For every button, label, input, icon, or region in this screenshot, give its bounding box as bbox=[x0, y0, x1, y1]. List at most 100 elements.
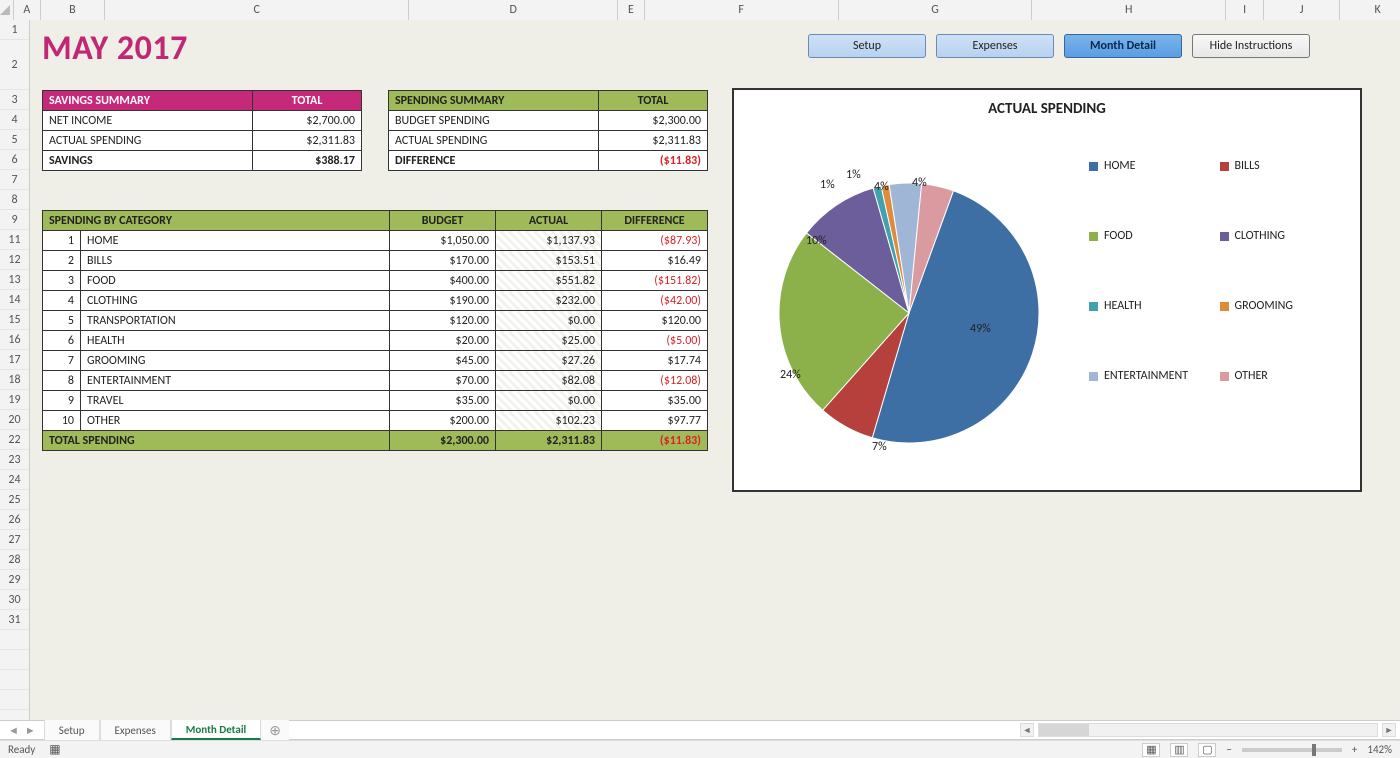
col-difference: DIFFERENCE bbox=[602, 211, 708, 231]
category-table: SPENDING BY CATEGORY BUDGET ACTUAL DIFFE… bbox=[42, 210, 708, 451]
record-macro-icon[interactable]: ▦ bbox=[49, 742, 60, 757]
total-label: TOTAL SPENDING bbox=[43, 431, 390, 451]
zoom-in-button[interactable]: + bbox=[1352, 743, 1357, 756]
table-row-value: $2,311.83 bbox=[599, 131, 708, 151]
month-detail-button[interactable]: Month Detail bbox=[1064, 34, 1182, 58]
column-header[interactable]: I bbox=[1226, 0, 1264, 20]
row-header[interactable]: 28 bbox=[0, 550, 29, 570]
scroll-left-icon[interactable]: ◄ bbox=[1020, 723, 1034, 737]
spending-summary-header: SPENDING SUMMARY bbox=[389, 91, 599, 111]
difference-cell: ($42.00) bbox=[602, 291, 708, 311]
scroll-track[interactable] bbox=[1038, 723, 1378, 737]
row-header[interactable]: 3 bbox=[0, 90, 29, 110]
row-header[interactable]: 31 bbox=[0, 610, 29, 630]
page-break-view-icon[interactable]: ▢ bbox=[1198, 743, 1216, 757]
sheet-tab[interactable]: Expenses bbox=[100, 720, 171, 740]
column-header[interactable]: F bbox=[645, 0, 839, 20]
row-header[interactable]: 6 bbox=[0, 150, 29, 170]
row-header[interactable]: 12 bbox=[0, 250, 29, 270]
sheet-tab[interactable]: Setup bbox=[44, 720, 100, 740]
legend-label: HOME bbox=[1104, 159, 1136, 173]
row-header[interactable]: 17 bbox=[0, 350, 29, 370]
setup-button[interactable]: Setup bbox=[808, 34, 926, 58]
spending-summary-total-label: TOTAL bbox=[599, 91, 708, 111]
expenses-button[interactable]: Expenses bbox=[936, 34, 1054, 58]
col-actual: ACTUAL bbox=[496, 211, 602, 231]
actual-cell: $551.82 bbox=[496, 271, 602, 291]
column-header[interactable]: H bbox=[1032, 0, 1226, 20]
row-header[interactable]: 2 bbox=[0, 40, 29, 90]
row-header[interactable]: 16 bbox=[0, 330, 29, 350]
row-header[interactable]: 25 bbox=[0, 490, 29, 510]
scroll-thumb[interactable] bbox=[1039, 724, 1089, 736]
table-row: 10OTHER$200.00$102.23$97.77 bbox=[43, 411, 708, 431]
category-name: GROOMING bbox=[81, 351, 390, 371]
column-header[interactable]: E bbox=[618, 0, 645, 20]
slice-label: 1% bbox=[846, 168, 861, 182]
row-header[interactable]: 30 bbox=[0, 590, 29, 610]
slice-label: 49% bbox=[970, 322, 991, 336]
add-sheet-button[interactable]: ⊕ bbox=[261, 720, 289, 740]
category-name: ENTERTAINMENT bbox=[81, 371, 390, 391]
row-headers: 1234567891112131415161718192022232425262… bbox=[0, 20, 30, 722]
worksheet-area[interactable]: MAY 2017 Setup Expenses Month Detail Hid… bbox=[30, 20, 1400, 722]
column-header[interactable]: D bbox=[409, 0, 618, 20]
scroll-right-icon[interactable]: ► bbox=[1382, 723, 1396, 737]
column-header[interactable]: C bbox=[105, 0, 409, 20]
column-header[interactable]: K bbox=[1340, 0, 1400, 20]
row-header[interactable]: 4 bbox=[0, 110, 29, 130]
row-number: 5 bbox=[43, 311, 81, 331]
horizontal-scrollbar[interactable]: ◄ ► bbox=[1020, 722, 1400, 738]
row-header[interactable]: 29 bbox=[0, 570, 29, 590]
legend-label: BILLS bbox=[1235, 159, 1260, 173]
tab-nav-prev-icon[interactable]: ◄ bbox=[6, 724, 21, 737]
row-header[interactable]: 11 bbox=[0, 230, 29, 250]
zoom-slider[interactable] bbox=[1242, 748, 1342, 752]
column-header[interactable]: B bbox=[41, 0, 106, 20]
row-header[interactable]: 5 bbox=[0, 130, 29, 150]
row-header[interactable]: 8 bbox=[0, 190, 29, 210]
actual-cell: $1,137.93 bbox=[496, 231, 602, 251]
row-header[interactable]: 9 bbox=[0, 210, 29, 230]
row-header[interactable]: 19 bbox=[0, 390, 29, 410]
column-header[interactable]: A bbox=[14, 0, 41, 20]
select-all-corner[interactable] bbox=[0, 0, 14, 20]
normal-view-icon[interactable]: ▦ bbox=[1142, 743, 1160, 757]
page-layout-view-icon[interactable]: ▥ bbox=[1170, 743, 1188, 757]
row-header[interactable]: 15 bbox=[0, 310, 29, 330]
row-header[interactable]: 24 bbox=[0, 470, 29, 490]
difference-label: DIFFERENCE bbox=[389, 151, 599, 171]
total-actual: $2,311.83 bbox=[496, 431, 602, 451]
table-row-label: NET INCOME bbox=[43, 111, 253, 131]
row-header[interactable]: 23 bbox=[0, 450, 29, 470]
column-header[interactable]: J bbox=[1264, 0, 1340, 20]
row-header[interactable]: 20 bbox=[0, 410, 29, 430]
row-header[interactable]: 26 bbox=[0, 510, 29, 530]
row-header[interactable]: 18 bbox=[0, 370, 29, 390]
row-header[interactable]: 1 bbox=[0, 20, 29, 40]
row-header[interactable]: 27 bbox=[0, 530, 29, 550]
nav-buttons: Setup Expenses Month Detail Hide Instruc… bbox=[808, 34, 1310, 58]
difference-cell: ($87.93) bbox=[602, 231, 708, 251]
table-row: 4CLOTHING$190.00$232.00($42.00) bbox=[43, 291, 708, 311]
actual-cell: $0.00 bbox=[496, 311, 602, 331]
hide-instructions-button[interactable]: Hide Instructions bbox=[1192, 34, 1310, 58]
difference-cell: $35.00 bbox=[602, 391, 708, 411]
row-header[interactable]: 7 bbox=[0, 170, 29, 190]
row-header[interactable]: 14 bbox=[0, 290, 29, 310]
savings-summary-header: SAVINGS SUMMARY bbox=[43, 91, 253, 111]
budget-cell: $20.00 bbox=[390, 331, 496, 351]
row-header[interactable]: 13 bbox=[0, 270, 29, 290]
row-header[interactable]: 22 bbox=[0, 430, 29, 450]
zoom-level[interactable]: 142% bbox=[1367, 743, 1392, 756]
difference-cell: $16.49 bbox=[602, 251, 708, 271]
row-number: 3 bbox=[43, 271, 81, 291]
tab-nav-next-icon[interactable]: ► bbox=[23, 724, 38, 737]
category-name: BILLS bbox=[81, 251, 390, 271]
sheet-tab[interactable]: Month Detail bbox=[171, 720, 261, 740]
table-row-label: ACTUAL SPENDING bbox=[43, 131, 253, 151]
table-row: 5TRANSPORTATION$120.00$0.00$120.00 bbox=[43, 311, 708, 331]
table-row: 7GROOMING$45.00$27.26$17.74 bbox=[43, 351, 708, 371]
zoom-out-button[interactable]: − bbox=[1226, 743, 1231, 756]
column-header[interactable]: G bbox=[839, 0, 1033, 20]
